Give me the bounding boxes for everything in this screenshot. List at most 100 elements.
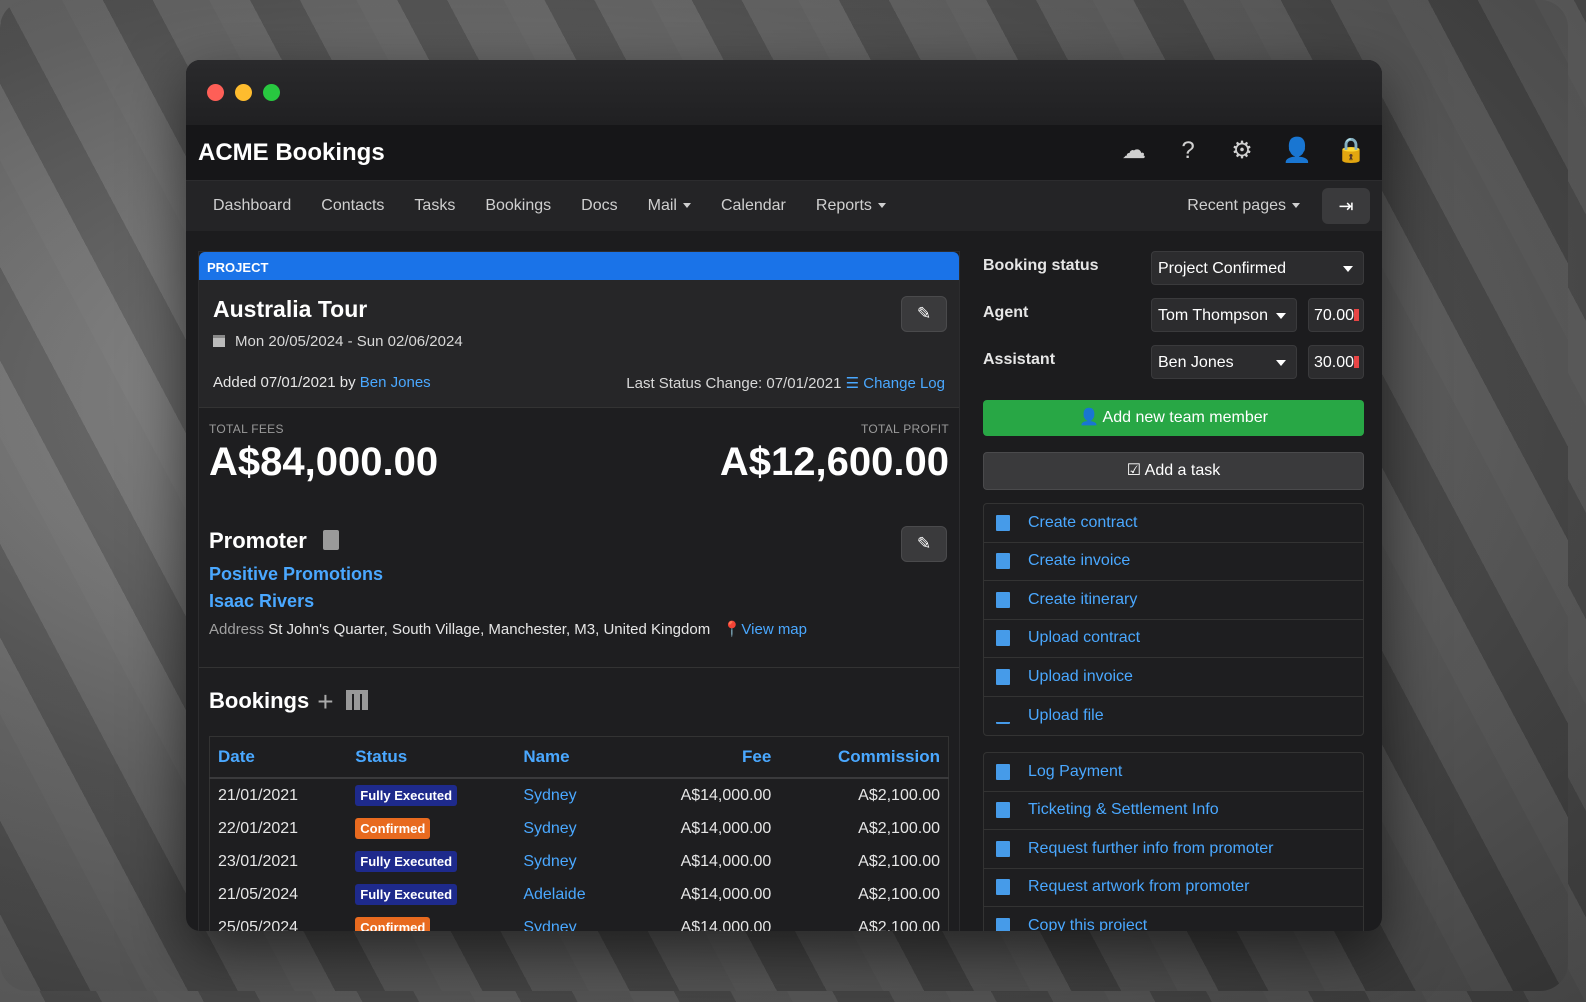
stepper-icon — [1354, 356, 1360, 368]
copy-icon — [996, 918, 1010, 931]
table-row[interactable]: 21/05/2024 Fully Executed Adelaide A$14,… — [210, 878, 949, 911]
total-profit: TOTAL PROFIT A$12,600.00 — [720, 422, 949, 485]
nav-mail[interactable]: Mail — [633, 197, 706, 215]
list-item[interactable]: Upload file — [984, 697, 1363, 736]
column-fee[interactable]: Fee — [627, 736, 780, 779]
bookings-table: Date Status Name Fee Commission 21/01/20… — [209, 736, 949, 931]
main-content: PROJECT Australia Tour Mon 20/05/2024 - … — [186, 231, 1382, 931]
table-row[interactable]: 25/05/2024 Confirmed Sydney A$14,000.00 … — [210, 911, 949, 931]
help-icon[interactable]: ? — [1174, 137, 1202, 165]
list-item[interactable]: Request artwork from promoter — [984, 869, 1363, 907]
assistant-select[interactable]: Ben Jones — [1151, 345, 1297, 379]
list-item[interactable]: Ticketing & Settlement Info — [984, 792, 1363, 830]
nav-dashboard[interactable]: Dashboard — [198, 197, 306, 215]
list-item-label: Create itinerary — [1028, 590, 1138, 608]
booking-commission: A$2,100.00 — [858, 786, 940, 804]
promoter-company-link[interactable]: Positive Promotions — [209, 564, 949, 585]
booking-date: 21/01/2021 — [218, 786, 299, 804]
last-status-change: Last Status Change: 07/01/2021 — [626, 375, 842, 392]
app-title: ACME Bookings — [198, 139, 385, 166]
project-tab: PROJECT — [199, 252, 959, 280]
status-badge: Fully Executed — [355, 851, 458, 872]
checkbox-icon: ☑ — [1126, 462, 1142, 479]
nav-contacts[interactable]: Contacts — [306, 197, 399, 215]
list-item-label: Request artwork from promoter — [1028, 878, 1250, 896]
promoter-address: Address St John's Quarter, South Village… — [209, 620, 949, 638]
payment-icon — [996, 763, 1010, 780]
nav-calendar[interactable]: Calendar — [706, 197, 801, 215]
booking-name-link[interactable]: Sydney — [515, 778, 627, 812]
agent-row: Agent Tom Thompson 70.00 — [983, 298, 1364, 345]
column-date[interactable]: Date — [209, 736, 348, 779]
promoter-title-text: Promoter — [209, 528, 307, 553]
change-log-link[interactable]: ☰ Change Log — [846, 375, 945, 392]
view-map-label: View map — [741, 621, 807, 638]
add-document-icon[interactable] — [322, 530, 339, 550]
table-row[interactable]: 21/01/2021 Fully Executed Sydney A$14,00… — [210, 778, 949, 812]
list-item-label: Create invoice — [1028, 552, 1131, 570]
status-badge: Confirmed — [355, 818, 431, 839]
nav-bookings[interactable]: Bookings — [470, 197, 566, 215]
booking-name-link[interactable]: Sydney — [515, 812, 627, 845]
edit-project-button[interactable]: ✎ — [901, 296, 947, 332]
minimize-window-button[interactable] — [235, 84, 252, 101]
column-name[interactable]: Name — [515, 736, 627, 779]
total-profit-value: A$12,600.00 — [719, 440, 949, 484]
agent-percent-input[interactable]: 70.00 — [1308, 298, 1364, 332]
view-map-link[interactable]: 📍View map — [723, 621, 807, 638]
booking-date: 22/01/2021 — [218, 819, 299, 837]
list-item[interactable]: Request further info from promoter — [984, 830, 1363, 869]
booking-name-link[interactable]: Adelaide — [515, 878, 627, 911]
chevron-down-icon — [1276, 360, 1286, 366]
app-window: ACME Bookings ☁ ? ⚙ 👤 🔒 Dashboard Contac… — [186, 60, 1382, 931]
upload-document-icon — [996, 630, 1010, 647]
list-icon: ☰ — [845, 375, 860, 392]
list-item[interactable]: Upload invoice — [984, 658, 1363, 697]
agent-value: Tom Thompson — [1158, 307, 1268, 324]
list-item[interactable]: Copy this project — [984, 907, 1363, 931]
add-booking-icon[interactable]: + — [317, 686, 333, 717]
column-commission[interactable]: Commission — [779, 736, 949, 779]
agent-percent-value: 70.00 — [1314, 307, 1355, 324]
gear-icon[interactable]: ⚙ — [1228, 137, 1256, 165]
nav-tasks[interactable]: Tasks — [399, 197, 470, 215]
logout-button[interactable]: ⇥ — [1322, 188, 1370, 224]
zoom-window-button[interactable] — [263, 84, 280, 101]
table-row[interactable]: 22/01/2021 Confirmed Sydney A$14,000.00 … — [210, 812, 949, 845]
added-by-link[interactable]: Ben Jones — [360, 374, 431, 391]
list-item[interactable]: Create contract — [984, 504, 1363, 543]
agent-select[interactable]: Tom Thompson — [1151, 298, 1297, 332]
project-dates-text: Mon 20/05/2024 - Sun 02/06/2024 — [235, 333, 463, 350]
booking-name-link[interactable]: Sydney — [515, 911, 627, 932]
add-team-member-button[interactable]: 👤 Add new team member — [983, 400, 1364, 436]
status-change-info: Last Status Change: 07/01/2021 ☰ Change … — [626, 374, 945, 392]
nav-docs[interactable]: Docs — [566, 197, 632, 215]
promoter-person-link[interactable]: Isaac Rivers — [209, 591, 949, 612]
assistant-percent-input[interactable]: 30.00 — [1308, 345, 1364, 379]
agent-label: Agent — [983, 304, 1029, 321]
lock-icon[interactable]: 🔒 — [1336, 137, 1366, 165]
bookings-title-text: Bookings — [209, 688, 310, 713]
add-task-button[interactable]: ☑ Add a task — [983, 452, 1364, 490]
table-view-icon[interactable] — [345, 690, 368, 710]
document-icon — [996, 553, 1010, 570]
user-icon[interactable]: 👤 — [1282, 137, 1312, 165]
column-status[interactable]: Status — [347, 736, 516, 779]
nav-reports[interactable]: Reports — [801, 197, 901, 215]
map-pin-icon: 📍 — [722, 621, 742, 638]
list-item-label: Request further info from promoter — [1028, 839, 1274, 857]
weather-icon[interactable]: ☁ — [1120, 137, 1148, 165]
project-title: Australia Tour — [213, 296, 368, 322]
list-item[interactable]: Create itinerary — [984, 581, 1363, 620]
recent-pages-dropdown[interactable]: Recent pages — [1187, 197, 1300, 215]
booking-date: 23/01/2021 — [218, 852, 299, 870]
booking-status-select[interactable]: Project Confirmed — [1151, 251, 1364, 285]
list-item[interactable]: Upload contract — [984, 620, 1363, 658]
edit-promoter-button[interactable]: ✎ — [901, 526, 947, 562]
list-item-label: Upload invoice — [1028, 667, 1133, 685]
list-item[interactable]: Log Payment — [984, 753, 1363, 792]
booking-name-link[interactable]: Sydney — [515, 845, 627, 878]
close-window-button[interactable] — [207, 84, 224, 101]
list-item[interactable]: Create invoice — [984, 543, 1363, 581]
table-row[interactable]: 23/01/2021 Fully Executed Sydney A$14,00… — [210, 845, 949, 878]
